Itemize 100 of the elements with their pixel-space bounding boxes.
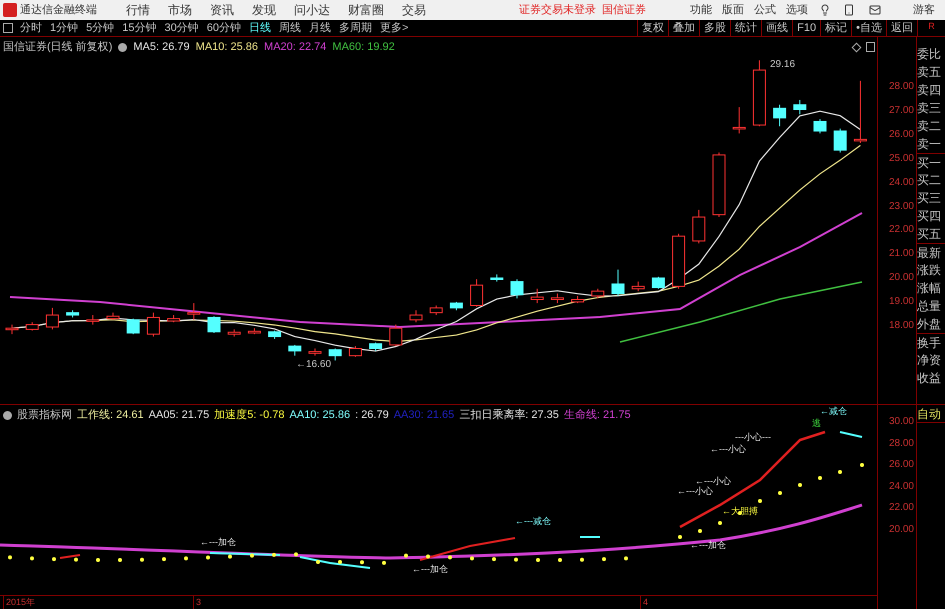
candlestick [46,307,59,330]
quote-field[interactable]: 总量 [917,297,945,315]
price-axis-label: 22.00 [888,225,914,236]
price-axis-label: 24.00 [888,178,914,188]
date-label: 3 [193,596,202,609]
tool-menu[interactable]: 版面 [717,2,749,18]
quote-field[interactable]: 卖一 [917,135,945,153]
menu-item[interactable]: 问小达 [285,1,339,19]
user-label[interactable]: 游客 [903,2,945,18]
quote-field[interactable]: 涨幅 [917,279,945,297]
candlestick [652,276,665,290]
candlestick [773,104,786,127]
quote-field[interactable]: 净资 [917,351,945,369]
candlestick [208,316,220,334]
signal-label: ←---加仓 [200,538,236,547]
price-axis-label: 19.00 [888,297,914,308]
menu-item[interactable]: 发现 [243,1,285,19]
indicator-axis-label: 22.00 [888,503,914,514]
quote-field[interactable]: 卖五 [917,63,945,81]
period-tab[interactable]: 5分钟 [82,20,118,36]
period-tab[interactable]: 60分钟 [202,20,245,36]
tool-menu[interactable]: 公式 [749,2,781,18]
quote-field[interactable]: 买三 [917,189,945,207]
quote-field[interactable]: 卖四 [917,81,945,99]
quote-field[interactable]: 涨跌 [917,261,945,279]
price-axis-label: 25.00 [888,154,914,164]
quote-field[interactable]: 换手 [917,333,945,351]
quote-field[interactable]: 买一 [917,153,945,171]
candlestick [86,314,100,326]
candlestick [591,288,604,299]
signal-label: ←---小心 [677,487,713,496]
quote-field[interactable]: 买五 [917,225,945,243]
quote-field[interactable]: 卖三 [917,99,945,117]
quote-field[interactable]: 卖二 [917,117,945,135]
candlestick [834,128,847,154]
period-tab[interactable]: 更多> [376,20,412,36]
auto-mode-button[interactable]: 自动 [917,405,945,423]
chart-action-button[interactable]: 返回 [886,20,917,36]
signal-label: ←---减仓 [515,517,551,526]
quote-field[interactable]: 收益 [917,369,945,387]
menu-item[interactable]: 资讯 [201,1,243,19]
chart-action-button[interactable]: 复权 [637,20,668,36]
period-tab[interactable]: 1分钟 [46,20,82,36]
menu-item[interactable]: 市场 [159,1,201,19]
menu-item[interactable]: 交易 [393,1,435,19]
period-tab[interactable]: 日线 [245,20,275,36]
candlestick [348,346,362,358]
signal-label: ←减仓 [820,407,847,416]
status-link[interactable]: 证券交易未登录 [516,2,599,18]
indicator-legend: AA05: 21.75 [148,407,210,424]
quote-field[interactable]: 委比 [917,45,945,63]
bulb-icon[interactable] [819,4,831,16]
mail-icon[interactable] [869,4,881,16]
tool-menu[interactable]: 选项 [781,2,813,18]
chart-action-button[interactable]: 多股 [699,20,730,36]
menu-item[interactable]: 行情 [117,1,159,19]
candlestick [632,281,645,292]
date-label: 4 [640,596,648,609]
candlestick [692,209,706,244]
signal-label: ---小心--- [735,433,771,442]
candlestick [26,322,39,332]
quote-field[interactable]: 外盘 [917,315,945,333]
signal-label: ←---加仓 [690,541,726,550]
candlestick [106,312,120,320]
panel-toggle-icon[interactable] [3,23,13,33]
indicator-legend: AA10: 25.86 [290,407,350,424]
tool-menu[interactable]: 功能 [685,2,717,18]
period-tab[interactable]: 15分钟 [118,20,160,36]
period-tab[interactable]: 周线 [275,20,305,36]
chart-action-button[interactable]: F10 [792,20,820,36]
period-tab[interactable]: 月线 [305,20,335,36]
period-tab[interactable]: 分时 [16,20,46,36]
candlestick [490,274,504,282]
price-axis-label: 28.00 [888,82,914,92]
indicator-axis-label: 26.00 [888,460,914,470]
status-link[interactable]: 国信证券 [599,2,649,18]
quote-field[interactable]: 买二 [917,171,945,189]
chart-action-button[interactable]: •自选 [851,20,886,36]
chart-action-button[interactable]: 统计 [730,20,762,36]
chart-action-button[interactable]: 画线 [761,20,792,36]
quote-field[interactable]: 买四 [917,207,945,225]
ma-legend: MA60: 19.92 [332,39,395,56]
indicator-legend: 工作线: 24.61 [77,407,144,424]
price-axis-label: 23.00 [888,202,914,212]
chart-action-button[interactable]: 标记 [820,20,852,36]
indicator-axis-label: 30.00 [888,417,914,427]
phone-icon[interactable] [843,4,855,16]
candlestick [6,324,18,335]
menu-item[interactable]: 财富圈 [339,1,393,19]
period-tab[interactable]: 30分钟 [160,20,203,36]
indicator-legend: 三扣日乘离率: 27.35 [459,407,559,424]
low-price-label: ←16.60 [296,358,332,372]
period-tab[interactable]: 多周期 [335,20,376,36]
candlestick [389,324,402,347]
indicator-name: 股票指标网 [17,408,72,423]
window-icon[interactable] [866,42,875,52]
candlestick [450,301,463,311]
quote-field[interactable]: 最新 [917,243,945,261]
chart-action-button[interactable]: 叠加 [668,20,700,36]
price-axis-label: 21.00 [888,249,914,260]
